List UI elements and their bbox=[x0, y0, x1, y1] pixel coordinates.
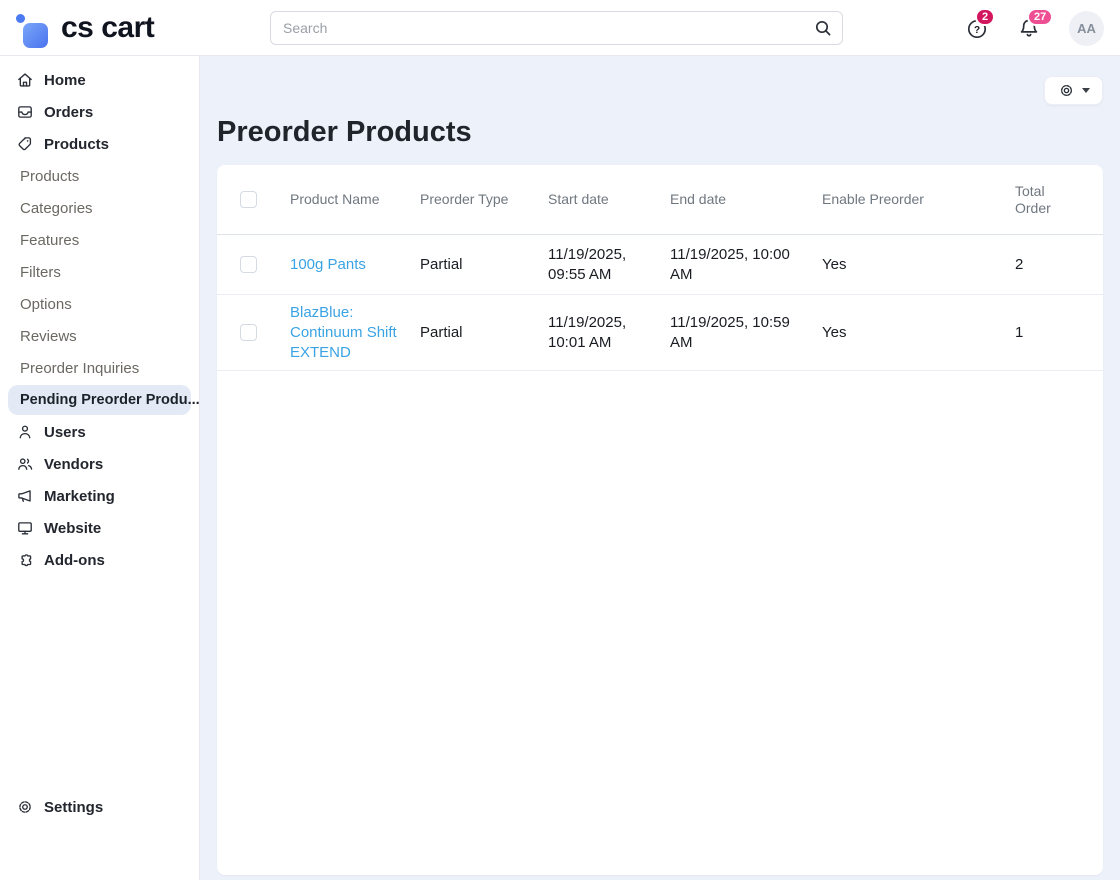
page-title: Preorder Products bbox=[217, 116, 472, 148]
logo-square bbox=[23, 23, 48, 48]
search-icon[interactable] bbox=[813, 18, 833, 38]
notifications-badge: 27 bbox=[1027, 8, 1054, 26]
sidebar-item-label: Options bbox=[20, 295, 72, 313]
row-checkbox[interactable] bbox=[240, 324, 257, 341]
sidebar-footer: Settings bbox=[0, 791, 200, 823]
preorder-type-cell: Partial bbox=[420, 323, 463, 341]
main-content: Preorder Products Product Name Preorder … bbox=[200, 56, 1120, 880]
cs-cart-logo[interactable]: cs cart bbox=[14, 6, 155, 50]
row-checkbox[interactable] bbox=[240, 256, 257, 273]
sidebar-item-orders[interactable]: Orders bbox=[0, 96, 199, 128]
cs-cart-admin: cs cart ? 2 bbox=[0, 0, 1120, 880]
sidebar-item-preorder-inquiries[interactable]: Preorder Inquiries bbox=[0, 352, 199, 384]
table-row: 100g Pants Partial 11/19/2025, 09:55 AM … bbox=[217, 235, 1103, 295]
sidebar-item-label: Orders bbox=[44, 103, 94, 121]
total-order-cell: 2 bbox=[1015, 255, 1024, 273]
sidebar-item-features[interactable]: Features bbox=[0, 224, 199, 256]
sidebar-item-reviews[interactable]: Reviews bbox=[0, 320, 199, 352]
enable-preorder-cell: Yes bbox=[822, 255, 847, 273]
notifications-button[interactable]: 27 bbox=[1017, 8, 1054, 40]
total-order-cell: 1 bbox=[1015, 323, 1024, 341]
sidebar-item-label: Features bbox=[20, 231, 80, 249]
preorder-type-cell: Partial bbox=[420, 255, 463, 273]
home-icon bbox=[16, 71, 34, 89]
sidebar-item-filters[interactable]: Filters bbox=[0, 256, 199, 288]
help-badge: 2 bbox=[975, 8, 996, 26]
topbar-right: ? 2 27 AA bbox=[965, 0, 1104, 56]
topbar: cs cart ? 2 bbox=[0, 0, 1120, 56]
sidebar-item-categories[interactable]: Categories bbox=[0, 192, 199, 224]
avatar[interactable]: AA bbox=[1069, 10, 1104, 46]
sidebar-item-label: Marketing bbox=[44, 487, 115, 505]
preorder-products-table: Product Name Preorder Type Start date En… bbox=[217, 165, 1103, 875]
sidebar-item-products[interactable]: Products bbox=[0, 128, 199, 160]
sidebar-item-products-sub[interactable]: Products bbox=[0, 160, 199, 192]
sidebar-item-label: Vendors bbox=[44, 455, 104, 473]
product-name-link[interactable]: 100g Pants bbox=[290, 256, 366, 273]
sidebar-item-label: Products bbox=[44, 135, 110, 153]
table-settings-button[interactable] bbox=[1044, 76, 1103, 105]
caret-down-icon bbox=[1081, 88, 1090, 93]
sidebar-item-label: Preorder Inquiries bbox=[20, 359, 140, 377]
sidebar-item-addons[interactable]: Add-ons bbox=[0, 544, 199, 576]
column-header-enable-preorder[interactable]: Enable Preorder bbox=[822, 191, 1015, 208]
products-tag-icon bbox=[16, 135, 34, 153]
sidebar-item-label: Settings bbox=[44, 798, 104, 816]
addons-puzzle-icon bbox=[16, 551, 34, 569]
enable-preorder-cell: Yes bbox=[822, 323, 847, 341]
start-date-cell: 11/19/2025, 10:01 AM bbox=[548, 313, 627, 351]
column-header-start-date[interactable]: Start date bbox=[548, 191, 670, 208]
sidebar-item-marketing[interactable]: Marketing bbox=[0, 480, 199, 512]
orders-icon bbox=[16, 103, 34, 121]
gear-icon bbox=[1058, 82, 1075, 99]
svg-text:?: ? bbox=[974, 25, 980, 36]
sidebar-item-label: Reviews bbox=[20, 327, 77, 345]
sidebar-item-settings[interactable]: Settings bbox=[0, 791, 200, 823]
sidebar-item-website[interactable]: Website bbox=[0, 512, 199, 544]
product-name-link[interactable]: BlazBlue: Continuum Shift EXTEND bbox=[290, 304, 397, 361]
sidebar-item-users[interactable]: Users bbox=[0, 416, 199, 448]
column-header-preorder-type[interactable]: Preorder Type bbox=[420, 191, 548, 208]
column-header-total-order[interactable]: Total Order bbox=[1015, 183, 1073, 217]
end-date-cell: 11/19/2025, 10:00 AM bbox=[670, 245, 790, 283]
sidebar-item-label: Users bbox=[44, 423, 86, 441]
sidebar-item-label: Add-ons bbox=[44, 551, 105, 569]
sidebar-item-options[interactable]: Options bbox=[0, 288, 199, 320]
global-search bbox=[270, 11, 843, 45]
column-header-product-name[interactable]: Product Name bbox=[290, 191, 420, 208]
sidebar-item-pending-preorder-products[interactable]: Pending Preorder Produ... bbox=[8, 385, 200, 415]
sidebar-item-home[interactable]: Home bbox=[0, 64, 199, 96]
table-header-row: Product Name Preorder Type Start date En… bbox=[217, 165, 1103, 235]
logo-text: cs cart bbox=[61, 11, 155, 44]
column-header-end-date[interactable]: End date bbox=[670, 191, 822, 208]
logo-dot bbox=[16, 14, 25, 23]
sidebar: Home Orders Products Products Categories… bbox=[0, 56, 200, 880]
sidebar-item-label: Website bbox=[44, 519, 102, 537]
cs-cart-logo-icon bbox=[14, 6, 48, 50]
sidebar-item-label: Products bbox=[20, 167, 80, 185]
table-row: BlazBlue: Continuum Shift EXTEND Partial… bbox=[217, 295, 1103, 371]
settings-gear-icon bbox=[16, 798, 34, 816]
sidebar-item-label: Home bbox=[44, 71, 86, 89]
search-input[interactable] bbox=[270, 11, 843, 45]
end-date-cell: 11/19/2025, 10:59 AM bbox=[670, 313, 790, 351]
vendors-icon bbox=[16, 455, 34, 473]
users-icon bbox=[16, 423, 34, 441]
marketing-megaphone-icon bbox=[16, 487, 34, 505]
start-date-cell: 11/19/2025, 09:55 AM bbox=[548, 245, 627, 283]
sidebar-item-label: Categories bbox=[20, 199, 93, 217]
website-monitor-icon bbox=[16, 519, 34, 537]
sidebar-item-label: Filters bbox=[20, 263, 61, 281]
sidebar-item-vendors[interactable]: Vendors bbox=[0, 448, 199, 480]
help-button[interactable]: ? 2 bbox=[965, 8, 996, 40]
select-all-checkbox[interactable] bbox=[240, 191, 257, 208]
sidebar-item-label: Pending Preorder Produ... bbox=[20, 392, 200, 408]
